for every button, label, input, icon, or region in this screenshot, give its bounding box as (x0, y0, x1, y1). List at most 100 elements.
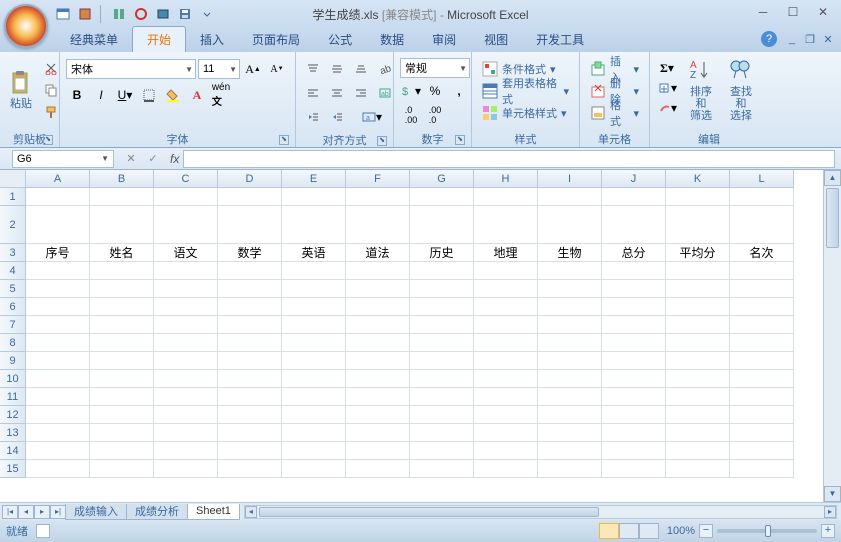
copy-button[interactable] (40, 80, 62, 100)
grow-font-button[interactable]: A▲ (242, 59, 264, 79)
cell-I11[interactable] (538, 388, 602, 406)
cell-H1[interactable] (474, 188, 538, 206)
cell-H9[interactable] (474, 352, 538, 370)
cell-A12[interactable] (26, 406, 90, 424)
cell-F5[interactable] (346, 280, 410, 298)
tab-next-button[interactable]: ▸ (34, 505, 50, 519)
align-right-button[interactable] (350, 83, 372, 103)
cell-E13[interactable] (282, 424, 346, 442)
tab-data[interactable]: 数据 (366, 27, 418, 52)
tab-layout[interactable]: 页面布局 (238, 27, 314, 52)
cell-H15[interactable] (474, 460, 538, 478)
normal-view-button[interactable] (599, 523, 619, 539)
sheet-tab-0[interactable]: 成绩输入 (65, 504, 127, 520)
tab-prev-button[interactable]: ◂ (18, 505, 34, 519)
mdi-restore[interactable]: ❐ (803, 32, 817, 46)
cell-D1[interactable] (218, 188, 282, 206)
cell-D13[interactable] (218, 424, 282, 442)
cell-J7[interactable] (602, 316, 666, 334)
cell-B13[interactable] (90, 424, 154, 442)
cell-J15[interactable] (602, 460, 666, 478)
align-bottom-button[interactable] (350, 59, 372, 79)
increase-decimal-button[interactable]: .0.00 (400, 105, 422, 125)
cell-C14[interactable] (154, 442, 218, 460)
cell-J4[interactable] (602, 262, 666, 280)
clipboard-dialog-launcher[interactable]: ⬊ (43, 135, 53, 145)
cell-K14[interactable] (666, 442, 730, 460)
align-middle-button[interactable] (326, 59, 348, 79)
phonetic-button[interactable]: wén文 (210, 85, 232, 105)
cell-A7[interactable] (26, 316, 90, 334)
qat-icon-3[interactable] (110, 5, 128, 23)
cell-G15[interactable] (410, 460, 474, 478)
orientation-button[interactable]: ab (374, 59, 396, 79)
find-select-button[interactable]: 查找和 选择 (722, 54, 760, 126)
autosum-button[interactable]: Σ▾ (656, 58, 678, 78)
cell-K11[interactable] (666, 388, 730, 406)
cell-E8[interactable] (282, 334, 346, 352)
row-header-4[interactable]: 4 (0, 262, 26, 280)
cell-L8[interactable] (730, 334, 794, 352)
cell-K1[interactable] (666, 188, 730, 206)
col-header-A[interactable]: A (26, 170, 90, 188)
cell-E4[interactable] (282, 262, 346, 280)
tab-developer[interactable]: 开发工具 (522, 27, 598, 52)
cell-C11[interactable] (154, 388, 218, 406)
cell-B15[interactable] (90, 460, 154, 478)
qat-icon-5[interactable] (154, 5, 172, 23)
zoom-slider[interactable] (717, 529, 817, 533)
row-header-2[interactable]: 2 (0, 206, 26, 244)
page-break-view-button[interactable] (639, 523, 659, 539)
cell-A2[interactable] (26, 206, 90, 244)
cell-K3[interactable]: 平均分 (666, 244, 730, 262)
cell-L14[interactable] (730, 442, 794, 460)
cell-L2[interactable] (730, 206, 794, 244)
cell-K7[interactable] (666, 316, 730, 334)
row-header-15[interactable]: 15 (0, 460, 26, 478)
align-left-button[interactable] (302, 83, 324, 103)
cell-F14[interactable] (346, 442, 410, 460)
cell-I7[interactable] (538, 316, 602, 334)
font-size-combo[interactable]: 11▼ (198, 59, 240, 79)
cell-H2[interactable] (474, 206, 538, 244)
underline-button[interactable]: U▾ (114, 85, 136, 105)
cell-K9[interactable] (666, 352, 730, 370)
cell-L12[interactable] (730, 406, 794, 424)
minimize-button[interactable]: ─ (749, 2, 777, 22)
cell-G5[interactable] (410, 280, 474, 298)
merge-button[interactable]: a▾ (350, 107, 394, 127)
cell-I12[interactable] (538, 406, 602, 424)
cell-A5[interactable] (26, 280, 90, 298)
fill-button[interactable]: ▾ (656, 78, 678, 98)
zoom-out-button[interactable]: − (699, 524, 713, 538)
cell-I2[interactable] (538, 206, 602, 244)
cell-K6[interactable] (666, 298, 730, 316)
row-header-9[interactable]: 9 (0, 352, 26, 370)
help-button[interactable]: ? (761, 31, 777, 47)
cell-E12[interactable] (282, 406, 346, 424)
cell-C2[interactable] (154, 206, 218, 244)
cell-D6[interactable] (218, 298, 282, 316)
cell-G9[interactable] (410, 352, 474, 370)
cell-G8[interactable] (410, 334, 474, 352)
cell-C7[interactable] (154, 316, 218, 334)
cell-F13[interactable] (346, 424, 410, 442)
cell-L11[interactable] (730, 388, 794, 406)
col-header-D[interactable]: D (218, 170, 282, 188)
cell-G12[interactable] (410, 406, 474, 424)
cell-E6[interactable] (282, 298, 346, 316)
cell-A15[interactable] (26, 460, 90, 478)
italic-button[interactable]: I (90, 85, 112, 105)
cell-B6[interactable] (90, 298, 154, 316)
row-header-8[interactable]: 8 (0, 334, 26, 352)
cell-G1[interactable] (410, 188, 474, 206)
cell-B9[interactable] (90, 352, 154, 370)
cell-A1[interactable] (26, 188, 90, 206)
sheet-tab-1[interactable]: 成绩分析 (126, 504, 188, 520)
cell-E10[interactable] (282, 370, 346, 388)
cell-J1[interactable] (602, 188, 666, 206)
cell-L15[interactable] (730, 460, 794, 478)
cell-H5[interactable] (474, 280, 538, 298)
cell-A14[interactable] (26, 442, 90, 460)
tab-classic[interactable]: 经典菜单 (56, 27, 132, 52)
